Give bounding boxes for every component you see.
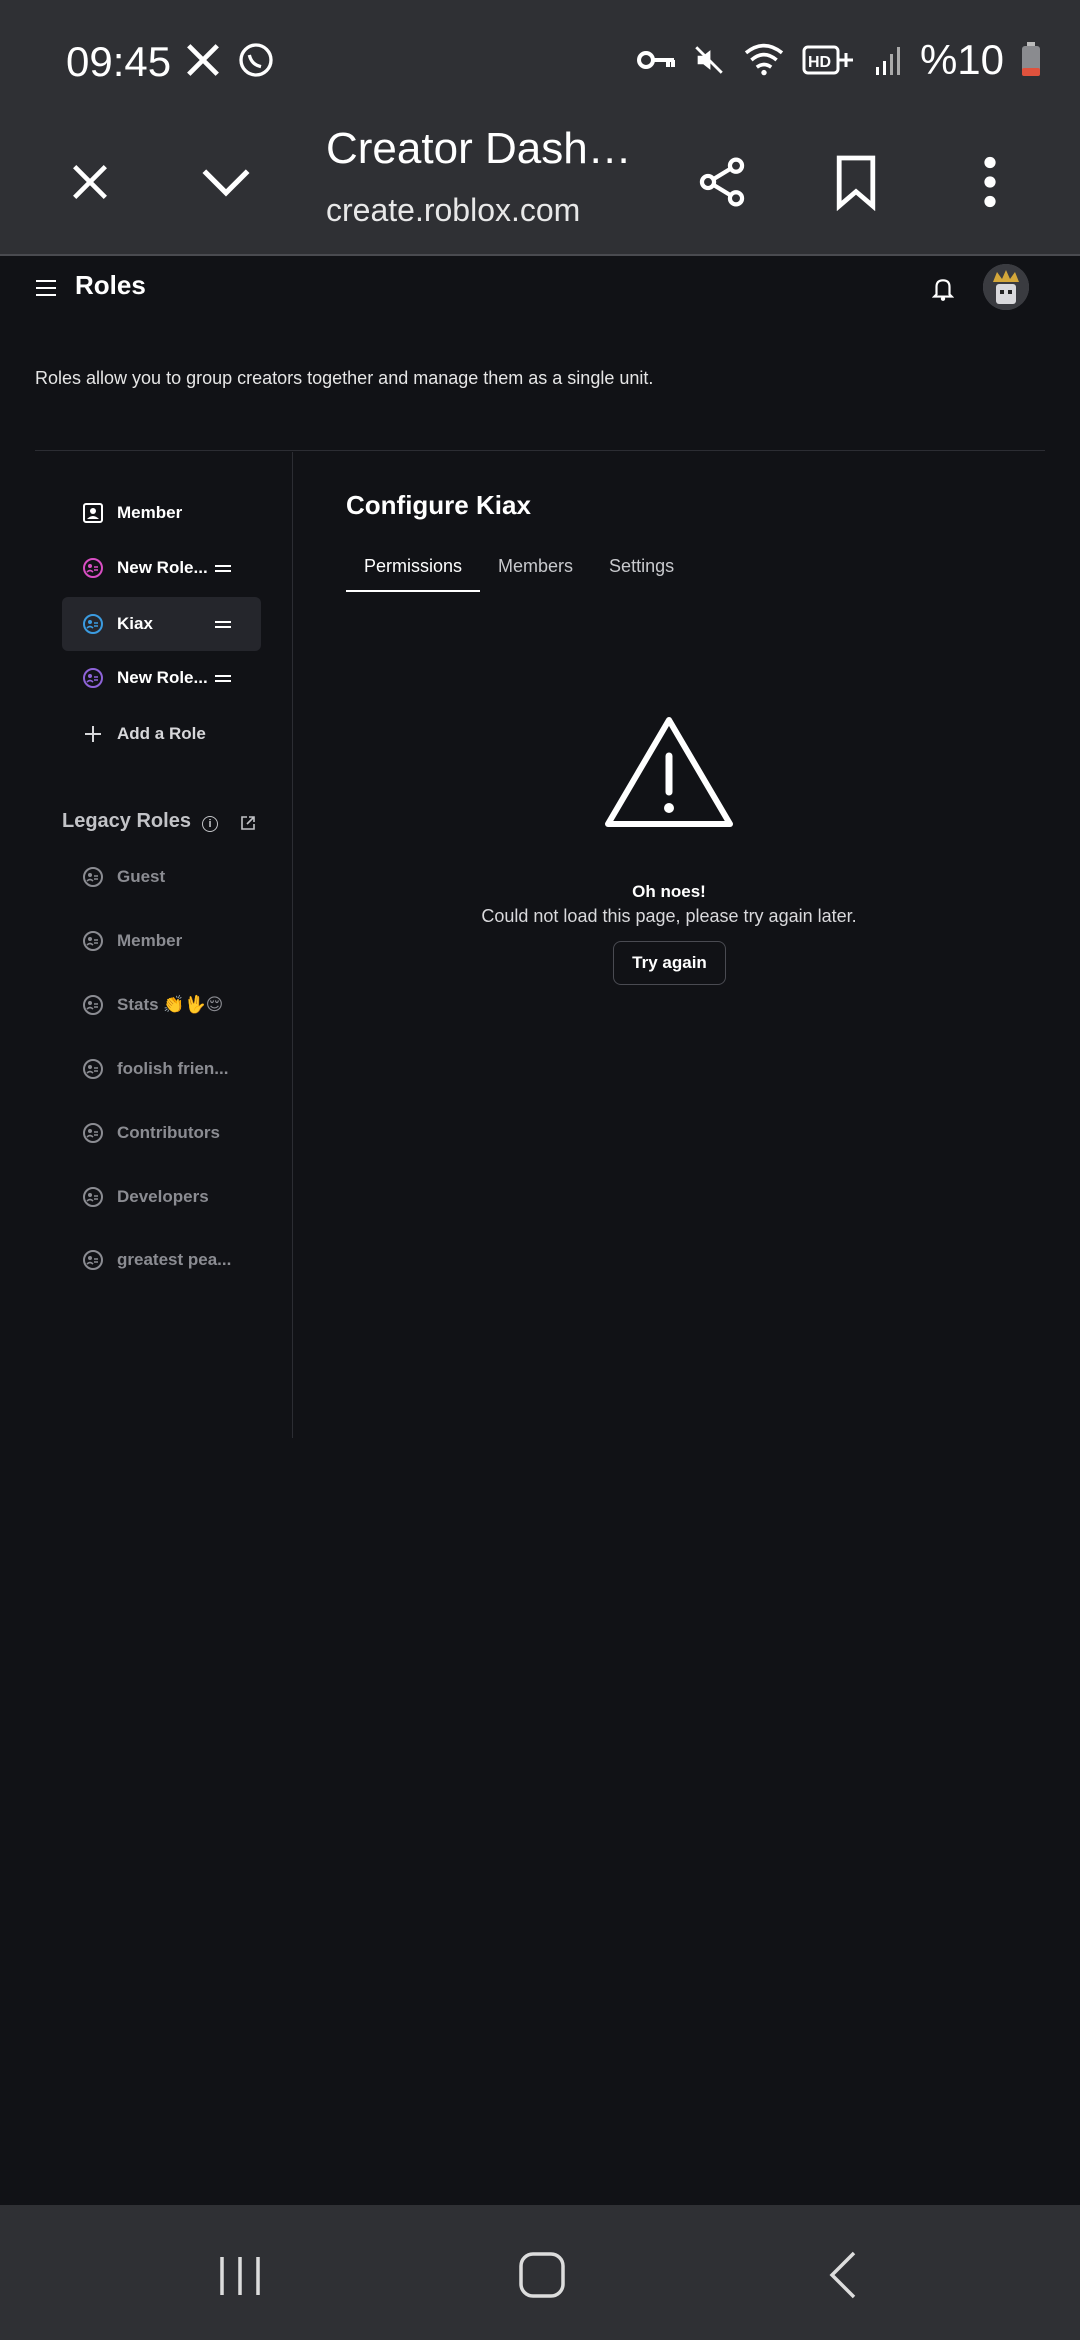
role-icon — [83, 1059, 103, 1079]
divider — [35, 450, 1045, 451]
page-header: Roles — [0, 258, 1080, 338]
role-icon — [83, 931, 103, 951]
status-bar: 09:45 HD %10 — [0, 0, 1080, 120]
divider — [292, 452, 293, 1438]
error-message: Could not load this page, please try aga… — [481, 906, 857, 926]
recent-apps-icon[interactable] — [210, 2245, 270, 2305]
role-label: New Role... — [117, 668, 208, 687]
back-icon[interactable] — [816, 2245, 876, 2305]
role-icon — [83, 995, 103, 1015]
wifi-icon — [744, 43, 784, 76]
role-label: Contributors — [117, 1123, 220, 1142]
member-icon — [83, 503, 103, 523]
tab-permissions[interactable]: Permissions — [346, 538, 481, 592]
error-title: Oh noes! — [632, 882, 706, 901]
avatar-image — [983, 264, 1029, 310]
mute-icon — [695, 46, 723, 74]
minimize-button[interactable] — [194, 150, 258, 214]
legacy-roles-heading: Legacy Roles — [62, 810, 191, 832]
role-item-kiax[interactable]: Kiax — [62, 597, 261, 651]
x-app-icon — [187, 44, 219, 76]
home-icon[interactable] — [512, 2245, 572, 2305]
role-icon — [83, 558, 103, 578]
hd-plus-icon: HD — [802, 45, 853, 75]
legacy-role-developers[interactable]: Developers — [62, 1170, 261, 1224]
role-item-new-role-2[interactable]: New Role... — [62, 651, 261, 705]
role-label: foolish frien... — [117, 1059, 229, 1078]
menu-icon[interactable] — [36, 280, 56, 296]
role-icon — [83, 668, 103, 688]
page-title: Roles — [75, 270, 146, 300]
add-role-button[interactable]: Add a Role — [62, 707, 261, 761]
role-label: Developers — [117, 1187, 209, 1206]
tab-members[interactable]: Members — [480, 538, 591, 592]
role-label: Kiax — [117, 614, 153, 633]
drag-handle-icon[interactable] — [215, 564, 231, 572]
role-icon — [83, 1187, 103, 1207]
vpn-key-icon — [636, 51, 675, 69]
role-label: Member — [117, 931, 183, 950]
legacy-role-greatest[interactable]: greatest pea... — [62, 1233, 261, 1287]
legacy-role-foolish-friends[interactable]: foolish frien... — [62, 1042, 261, 1096]
battery-icon — [1022, 42, 1040, 76]
bookmark-icon — [836, 155, 876, 211]
add-role-label: Add a Role — [117, 724, 206, 743]
close-icon — [73, 165, 107, 199]
whatsapp-icon — [239, 43, 273, 77]
try-again-button[interactable]: Try again — [613, 941, 726, 985]
signal-icon — [875, 47, 900, 75]
role-label: greatest pea... — [117, 1250, 232, 1269]
legacy-role-contributors[interactable]: Contributors — [62, 1106, 261, 1160]
share-icon — [699, 157, 745, 207]
legacy-role-stats[interactable]: Stats 👏🖖😌 — [62, 978, 261, 1032]
role-icon — [83, 1123, 103, 1143]
chevron-down-icon — [202, 169, 250, 197]
svg-text:HD: HD — [808, 54, 831, 71]
browser-toolbar: Creator Dashb… create.roblox.com — [0, 120, 1080, 256]
role-icon — [83, 1250, 103, 1270]
role-icon — [83, 614, 103, 634]
browser-page-title: Creator Dashb… — [326, 124, 636, 173]
drag-handle-icon[interactable] — [215, 620, 231, 628]
warning-icon — [605, 717, 733, 827]
role-label: Stats 👏🖖😌 — [117, 995, 224, 1014]
role-item-member[interactable]: Member — [62, 486, 261, 540]
status-time: 09:45 — [66, 38, 172, 85]
drag-handle-icon[interactable] — [215, 674, 231, 682]
bookmark-button[interactable] — [824, 150, 888, 214]
avatar[interactable] — [983, 264, 1029, 310]
browser-url[interactable]: create.roblox.com — [326, 192, 580, 229]
info-icon[interactable]: i — [202, 816, 218, 832]
role-label: New Role... — [117, 558, 208, 577]
bell-icon[interactable] — [932, 276, 954, 302]
roles-description: Roles allow you to group creators togeth… — [35, 368, 654, 388]
share-button[interactable] — [690, 150, 754, 214]
more-options-button[interactable] — [958, 150, 1022, 214]
plus-icon — [85, 726, 101, 742]
configure-title: Configure Kiax — [346, 490, 531, 520]
external-link-icon[interactable] — [240, 815, 256, 831]
system-nav-bar — [0, 2205, 1080, 2340]
battery-percent: %10 — [919, 36, 1004, 83]
more-vertical-icon — [984, 156, 996, 208]
tab-bar: Permissions Members Settings — [346, 538, 692, 594]
tab-settings[interactable]: Settings — [591, 538, 692, 592]
role-label: Member — [117, 503, 183, 522]
close-tab-button[interactable] — [58, 150, 122, 214]
role-item-new-role-1[interactable]: New Role... — [62, 541, 261, 595]
